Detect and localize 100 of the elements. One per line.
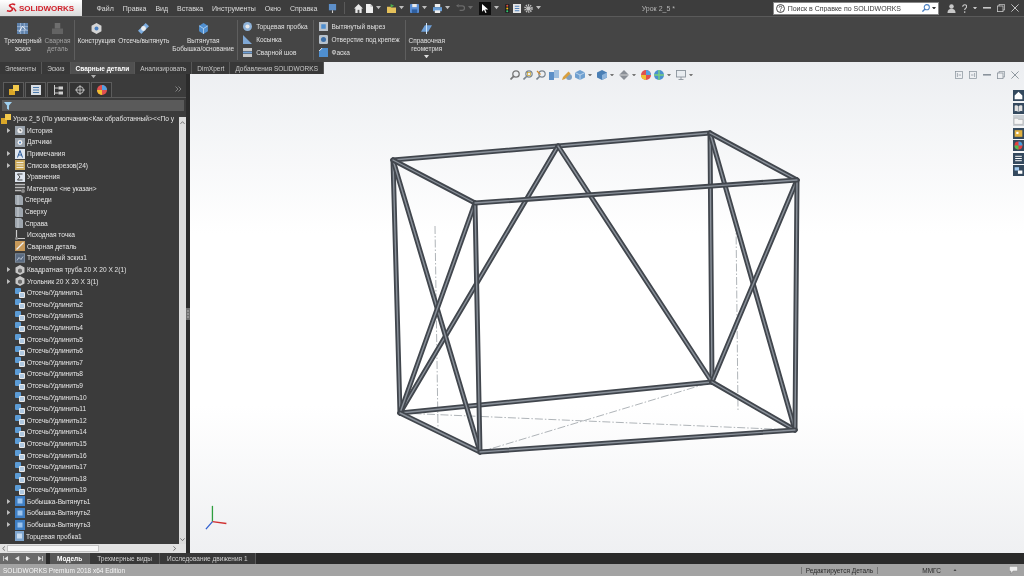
panel-tab[interactable]: [69, 82, 90, 97]
magnifier-frame-icon[interactable]: [523, 70, 533, 80]
user-icon[interactable]: [946, 3, 956, 13]
panel-tab[interactable]: [47, 82, 68, 97]
save-icon[interactable]: [410, 3, 420, 13]
magnifier-pencil-icon[interactable]: [536, 70, 546, 80]
overlap-squares-icon: [15, 299, 25, 310]
caret-icon[interactable]: [536, 6, 542, 10]
magnifier-icon[interactable]: [510, 70, 520, 80]
globe-icon[interactable]: [654, 70, 664, 80]
filter-field[interactable]: [2, 100, 184, 111]
tile-right-icon[interactable]: [969, 71, 977, 79]
expand-arrow-icon[interactable]: [6, 522, 11, 528]
expand-arrow-icon[interactable]: [6, 127, 11, 133]
first-arrow-icon[interactable]: [3, 556, 9, 561]
framed-square-icon[interactable]: [318, 22, 328, 31]
gauge-icon: [15, 137, 25, 147]
expand-arrow-icon[interactable]: [6, 498, 11, 504]
scrollbar-thumb[interactable]: [7, 545, 100, 552]
color-wheel-icon[interactable]: [1013, 140, 1024, 151]
diamond-icon[interactable]: [619, 70, 629, 80]
overlap-squares-icon: [15, 461, 25, 472]
cube-icon[interactable]: [197, 23, 209, 34]
horizontal-scrollbar[interactable]: [0, 544, 186, 553]
sketch-grid-icon[interactable]: [17, 23, 29, 34]
cut-corner-icon[interactable]: [318, 48, 328, 57]
axis-triad-icon: [205, 504, 228, 530]
settings-icon[interactable]: [524, 3, 534, 13]
home-icon[interactable]: [354, 3, 363, 13]
caret-icon[interactable]: [424, 55, 430, 59]
list-icon[interactable]: [1013, 152, 1024, 164]
expand-arrow-icon[interactable]: [6, 151, 11, 157]
vertical-scrollbar[interactable]: [179, 117, 186, 544]
caret-icon[interactable]: [376, 6, 382, 10]
tree-icon[interactable]: [52, 85, 63, 95]
color-ball-icon[interactable]: [641, 70, 651, 80]
help-icon[interactable]: [961, 3, 967, 13]
panel-tab[interactable]: [91, 82, 112, 97]
search-icon[interactable]: [921, 4, 930, 12]
stripes-icon[interactable]: [243, 48, 253, 57]
crosshair-icon[interactable]: [74, 85, 85, 95]
pointer-icon[interactable]: [479, 1, 492, 15]
cut-bar-icon[interactable]: [138, 23, 150, 34]
double-chevron-icon[interactable]: [175, 85, 182, 92]
scroll-down-icon[interactable]: [180, 537, 185, 541]
hexagon-icon[interactable]: [90, 23, 102, 34]
overlap-squares-icon: [15, 403, 25, 414]
panel-tab[interactable]: [3, 82, 24, 97]
funnel-icon[interactable]: [4, 101, 12, 110]
printer-icon[interactable]: [433, 3, 443, 13]
overlap-squares-icon: [15, 368, 25, 379]
expand-arrow-icon[interactable]: [6, 510, 11, 516]
list-icon[interactable]: [30, 85, 41, 95]
ring-icon[interactable]: [243, 22, 253, 31]
folder-icon[interactable]: [387, 3, 397, 13]
caret-icon[interactable]: [494, 6, 500, 10]
hole-icon[interactable]: [318, 35, 328, 44]
graphics-area[interactable]: [190, 62, 1024, 553]
panel-tab[interactable]: [25, 82, 46, 97]
splitter-handle-icon[interactable]: [186, 307, 190, 320]
picture-icon[interactable]: [1013, 127, 1024, 139]
caret-icon[interactable]: [445, 6, 451, 10]
plane-icon[interactable]: [421, 23, 433, 34]
cube-shaded-icon[interactable]: [597, 70, 607, 80]
pin-icon[interactable]: [328, 3, 337, 13]
panel-splitter[interactable]: [186, 74, 190, 553]
left-arrow-icon[interactable]: [15, 556, 20, 561]
home-icon[interactable]: [1013, 90, 1024, 101]
document-icon[interactable]: [366, 3, 374, 13]
blocks-icon[interactable]: [8, 85, 19, 95]
section-block-icon[interactable]: [549, 70, 559, 80]
windows-icon[interactable]: [1013, 165, 1024, 176]
overlap-squares-icon: [15, 415, 25, 426]
overlap-squares-icon: [15, 345, 25, 356]
overlap-squares-icon: [15, 438, 25, 449]
help-icon[interactable]: [775, 3, 785, 13]
axes-icon: [15, 229, 25, 240]
caret-icon[interactable]: [931, 6, 936, 10]
right-arrow-icon[interactable]: [26, 556, 31, 561]
list-icon[interactable]: [512, 3, 522, 13]
triangle-icon[interactable]: [243, 35, 253, 44]
close-icon[interactable]: [1011, 4, 1019, 12]
color-ball-icon[interactable]: [96, 85, 107, 95]
square-tile-icon: [15, 519, 25, 530]
expand-arrow-icon[interactable]: [6, 162, 11, 168]
square-tile-icon: [15, 508, 25, 518]
expand-arrow-icon[interactable]: [6, 267, 11, 272]
tile-left-icon[interactable]: [955, 71, 963, 79]
scroll-right-icon[interactable]: [172, 546, 176, 551]
last-arrow-icon[interactable]: [37, 556, 43, 561]
logo-mark-icon: [6, 3, 17, 13]
caret-icon[interactable]: [422, 6, 428, 10]
expand-arrow-icon[interactable]: [6, 278, 11, 284]
lines-icon: [15, 183, 25, 194]
traffic-light-icon[interactable]: [505, 3, 510, 13]
book-icon[interactable]: [1013, 102, 1024, 114]
restore-icon[interactable]: [997, 4, 1005, 12]
caret-icon[interactable]: [399, 6, 405, 10]
overlap-squares-icon: [15, 426, 25, 437]
caret-icon[interactable]: [973, 6, 977, 10]
